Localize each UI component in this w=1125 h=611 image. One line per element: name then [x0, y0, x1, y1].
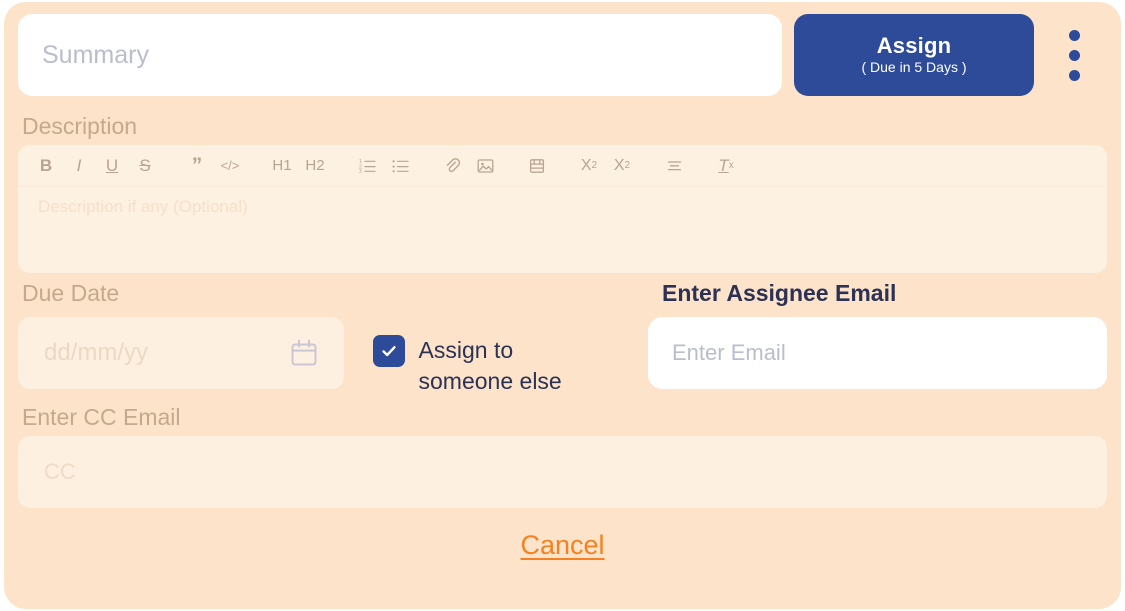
- due-date-label: Due Date: [22, 280, 120, 307]
- subscript-icon[interactable]: X2: [579, 153, 599, 179]
- summary-input[interactable]: [18, 14, 782, 96]
- clear-format-icon[interactable]: Tx: [716, 153, 736, 179]
- assign-button-label: Assign: [876, 33, 952, 59]
- assign-someone-else-checkbox[interactable]: [372, 334, 405, 367]
- assignee-email-input[interactable]: [648, 316, 1107, 389]
- bullet-list-icon[interactable]: [390, 153, 410, 179]
- heading-1-icon[interactable]: H1: [272, 153, 292, 179]
- underline-icon[interactable]: U: [102, 153, 122, 179]
- assign-button-due-label: ( Due in 5 Days ): [861, 59, 967, 76]
- strikethrough-icon[interactable]: S: [135, 153, 155, 179]
- middle-row: Assign to someone else: [18, 316, 1107, 397]
- description-label: Description: [22, 113, 138, 139]
- due-date-field[interactable]: [18, 316, 344, 389]
- assignee-email-label: Enter Assignee Email: [662, 280, 897, 307]
- middle-labels-row: Due Date Enter Assignee Email: [18, 273, 1107, 312]
- top-row: Assign ( Due in 5 Days ): [18, 14, 1107, 106]
- more-options-button[interactable]: [1052, 14, 1096, 96]
- assign-someone-else-label-line2: someone else: [418, 367, 562, 394]
- description-textarea[interactable]: [18, 187, 1107, 272]
- italic-icon[interactable]: I: [69, 153, 89, 179]
- svg-text:3: 3: [359, 169, 362, 173]
- assign-someone-else-group[interactable]: Assign to someone else: [353, 317, 648, 397]
- video-icon[interactable]: [527, 153, 547, 179]
- assignee-email-column: [648, 316, 1107, 389]
- assign-button[interactable]: Assign ( Due in 5 Days ): [794, 14, 1034, 96]
- blockquote-icon[interactable]: ”: [187, 153, 207, 179]
- kebab-dot-icon: [1068, 69, 1080, 81]
- code-block-icon[interactable]: </>: [220, 153, 240, 179]
- cancel-button[interactable]: Cancel: [520, 530, 604, 561]
- image-icon[interactable]: [475, 153, 495, 179]
- assign-someone-else-label-line1: Assign to: [418, 336, 514, 363]
- check-icon: [381, 345, 396, 356]
- due-date-input[interactable]: [18, 338, 284, 367]
- heading-2-icon[interactable]: H2: [305, 153, 325, 179]
- kebab-dot-icon: [1068, 29, 1080, 41]
- superscript-icon[interactable]: X2: [612, 153, 632, 179]
- page-root: Assign ( Due in 5 Days ) Description B I…: [0, 0, 1125, 611]
- ordered-list-icon[interactable]: 1 2 3: [357, 153, 377, 179]
- cancel-row: Cancel: [18, 530, 1107, 561]
- align-icon[interactable]: [664, 153, 684, 179]
- cc-email-input[interactable]: [18, 435, 1107, 508]
- due-date-column: [18, 316, 353, 389]
- calendar-icon[interactable]: [288, 337, 320, 369]
- bold-icon[interactable]: B: [36, 153, 56, 179]
- editor-toolbar: B I U S ” </> H1 H2 1 2 3 X 2 X 2 T x: [18, 145, 1107, 188]
- description-block: B I U S ” </> H1 H2 1 2 3 X 2 X 2 T x De…: [18, 145, 1107, 274]
- attachment-icon[interactable]: [442, 153, 462, 179]
- cc-email-label: Enter CC Email: [22, 403, 181, 430]
- task-assign-card: Assign ( Due in 5 Days ) Description B I…: [4, 2, 1121, 609]
- assign-someone-else-label: Assign to someone else: [419, 335, 562, 397]
- kebab-dot-icon: [1068, 49, 1080, 61]
